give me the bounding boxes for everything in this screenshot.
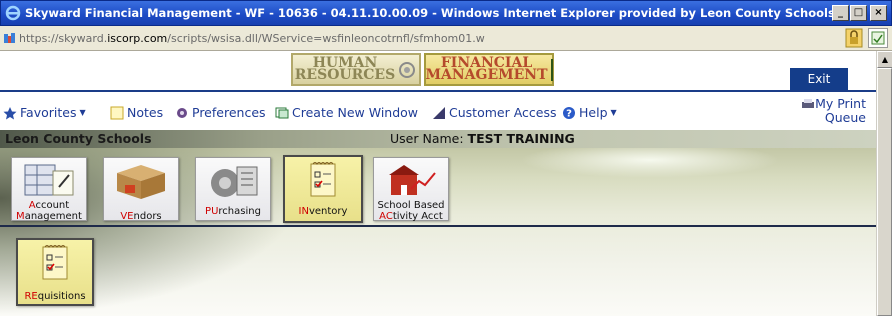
url-path: /scripts/wsisa.dll/WService=wsfinleoncot… xyxy=(167,31,485,45)
tab-financial-management[interactable]: FINANCIAL MANAGEMENT xyxy=(424,53,554,86)
module-header: HUMAN RESOURCES FINANCIAL MANAGEMENT Exi… xyxy=(0,51,876,92)
header-divider xyxy=(0,90,876,92)
section-divider xyxy=(0,225,876,227)
spreadsheet-icon xyxy=(19,161,79,199)
notes-link[interactable]: Notes xyxy=(109,105,163,120)
customer-access-icon xyxy=(431,106,447,120)
user-name: User Name: TEST TRAINING xyxy=(390,131,575,146)
note-icon xyxy=(109,106,125,120)
create-window-label: Create New Window xyxy=(292,105,419,120)
toolbar: Favorites ▼ Notes Preferences Create New… xyxy=(0,95,876,127)
favorites-menu[interactable]: Favorites ▼ xyxy=(2,105,86,120)
user-name-value: TEST TRAINING xyxy=(467,131,575,146)
star-icon xyxy=(2,106,18,120)
my-print-queue-link[interactable]: My Print Queue xyxy=(796,97,866,125)
certificate-icon[interactable] xyxy=(868,28,888,48)
page-icon xyxy=(3,31,17,45)
create-window-link[interactable]: Create New Window xyxy=(274,105,418,120)
box-icon xyxy=(111,161,171,199)
vertical-scrollbar[interactable]: ▲ xyxy=(876,51,892,316)
tile-label: REquisitions xyxy=(24,291,86,302)
tile-label: Account Management xyxy=(16,200,82,222)
people-icon xyxy=(397,61,417,79)
scroll-up-arrow-icon[interactable]: ▲ xyxy=(877,51,892,68)
user-name-label: User Name: xyxy=(390,131,464,146)
minimize-button[interactable]: _ xyxy=(832,5,849,21)
notes-label: Notes xyxy=(127,105,164,120)
chevron-down-icon: ▼ xyxy=(79,108,86,117)
gear-icon xyxy=(174,106,190,120)
printer-icon xyxy=(801,98,815,108)
school-chart-icon xyxy=(381,161,441,199)
tab-fm-line2: MANAGEMENT xyxy=(425,66,548,83)
svg-text:?: ? xyxy=(566,108,572,119)
help-menu[interactable]: ? Help ▼ xyxy=(561,105,617,120)
gears-icon xyxy=(203,161,263,199)
queue-label: Queue xyxy=(824,110,866,125)
tile-purchasing[interactable]: PUrchasing xyxy=(195,157,271,221)
address-bar[interactable]: https://skyward.iscorp.com/scripts/wsisa… xyxy=(0,26,892,51)
preferences-label: Preferences xyxy=(192,105,266,120)
tab-hr-line2: RESOURCES xyxy=(294,66,396,83)
tile-label: INventory xyxy=(298,206,348,217)
tile-label: School Based ACtivity Acct xyxy=(377,200,445,222)
checklist-icon xyxy=(293,160,353,198)
help-icon: ? xyxy=(561,106,577,120)
tile-inventory[interactable]: INventory xyxy=(283,155,363,223)
lock-icon[interactable] xyxy=(844,28,864,48)
tile-vendors[interactable]: VEndors xyxy=(103,157,179,222)
checklist-icon xyxy=(25,243,85,281)
customer-access-link[interactable]: Customer Access xyxy=(431,105,556,120)
page-content: HUMAN RESOURCES FINANCIAL MANAGEMENT Exi… xyxy=(0,51,876,316)
help-label: Help xyxy=(579,105,608,120)
school-name: Leon County Schools xyxy=(5,131,152,146)
scroll-thumb[interactable] xyxy=(877,68,892,316)
my-print-label: My Print xyxy=(815,96,866,111)
tile-label: PUrchasing xyxy=(205,206,261,217)
tile-label: VEndors xyxy=(120,211,162,222)
tile-requisitions[interactable]: REquisitions xyxy=(16,238,94,306)
internet-explorer-icon xyxy=(5,5,21,21)
new-window-icon xyxy=(274,106,290,120)
url-prefix: https://skyward. xyxy=(19,31,108,45)
window-title: Skyward Financial Management - WF - 1063… xyxy=(25,6,832,20)
favorites-label: Favorites xyxy=(20,105,77,120)
url-field[interactable]: https://skyward.iscorp.com/scripts/wsisa… xyxy=(19,32,844,45)
window-title-bar: Skyward Financial Management - WF - 1063… xyxy=(0,0,892,26)
maximize-button[interactable]: □ xyxy=(850,5,867,21)
url-host: iscorp.com xyxy=(107,31,168,45)
close-button[interactable]: × xyxy=(870,5,887,21)
tile-account-management[interactable]: Account Management xyxy=(11,157,87,222)
chevron-down-icon: ▼ xyxy=(610,108,617,117)
tile-school-based-activity[interactable]: School Based ACtivity Acct xyxy=(373,157,449,222)
customer-access-label: Customer Access xyxy=(449,105,557,120)
exit-button[interactable]: Exit xyxy=(790,68,848,90)
tab-human-resources[interactable]: HUMAN RESOURCES xyxy=(291,53,421,86)
school-bar: Leon County Schools User Name: TEST TRAI… xyxy=(0,130,876,148)
preferences-link[interactable]: Preferences xyxy=(174,105,266,120)
ledger-icon xyxy=(550,58,553,81)
